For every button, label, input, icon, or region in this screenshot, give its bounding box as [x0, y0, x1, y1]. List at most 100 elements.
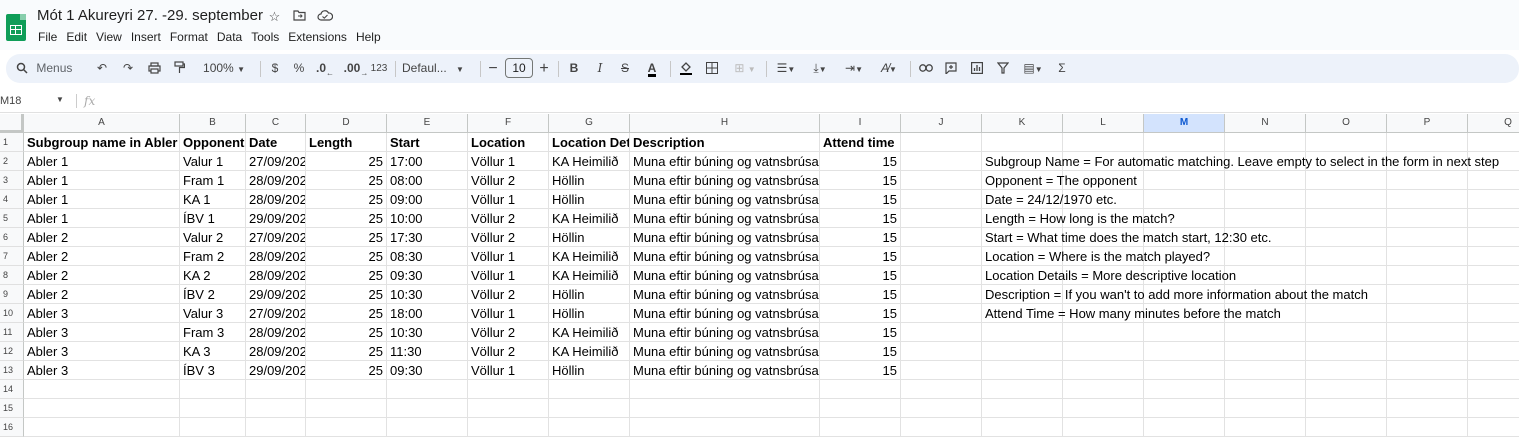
currency-format-button[interactable]: $ [268, 54, 282, 83]
cloud-status-icon[interactable] [316, 9, 333, 25]
table-cell[interactable]: Abler 2 [24, 285, 180, 304]
table-cell[interactable]: Völlur 1 [468, 304, 549, 323]
table-cell[interactable]: 25 [306, 171, 387, 190]
note-cell[interactable]: Location = Where is the match played? [982, 247, 1502, 266]
table-cell[interactable]: 08:00 [387, 171, 468, 190]
table-cell[interactable]: 17:00 [387, 152, 468, 171]
column-header-q[interactable]: Q [1468, 114, 1519, 133]
table-cell[interactable]: Muna eftir búning og vatnsbrúsa [630, 304, 820, 323]
table-cell[interactable]: 29/09/202 [246, 209, 306, 228]
spreadsheet-grid[interactable]: A B C D E F G H I J K L M N O P Q 1 2 3 4 5 6 7 8 9 10 11 12 13 14 15 16… [0, 114, 1519, 437]
header-cell-c[interactable]: Date [246, 133, 306, 152]
table-cell[interactable]: Völlur 1 [468, 361, 549, 380]
table-cell[interactable]: 09:00 [387, 190, 468, 209]
table-cell[interactable]: 29/09/202 [246, 285, 306, 304]
table-cell[interactable]: KA Heimilið [549, 323, 630, 342]
table-cell[interactable]: Abler 3 [24, 361, 180, 380]
row-header-9[interactable]: 9 [0, 285, 24, 304]
menu-data[interactable]: Data [217, 30, 247, 44]
table-cell[interactable]: Muna eftir búning og vatnsbrúsa [630, 171, 820, 190]
table-cell[interactable]: 10:30 [387, 285, 468, 304]
row-header-14[interactable]: 14 [0, 380, 24, 399]
font-family-select[interactable]: Defaul... ▼ [402, 54, 472, 83]
table-cell[interactable]: Valur 3 [180, 304, 246, 323]
merge-cells-icon[interactable]: ⊞ ▼ [730, 54, 760, 83]
document-title[interactable]: Mót 1 Akureyri 27. -29. september [37, 7, 263, 24]
table-cell[interactable]: Muna eftir búning og vatnsbrúsa [630, 209, 820, 228]
table-cell[interactable]: Völlur 1 [468, 152, 549, 171]
table-cell[interactable]: 11:30 [387, 342, 468, 361]
row-header-6[interactable]: 6 [0, 228, 24, 247]
table-cell[interactable]: 28/09/202 [246, 247, 306, 266]
table-cell[interactable]: 10:00 [387, 209, 468, 228]
table-cell[interactable]: KA Heimilið [549, 342, 630, 361]
row-header-1[interactable]: 1 [0, 133, 24, 152]
decrease-font-size-button[interactable]: − [487, 54, 499, 83]
note-cell[interactable]: Description = If you wan't to add more i… [982, 285, 1502, 304]
table-cell[interactable]: KA Heimilið [549, 247, 630, 266]
row-header-10[interactable]: 10 [0, 304, 24, 323]
text-wrapping-icon[interactable]: ⇥▼ [841, 54, 867, 83]
table-cell[interactable]: Völlur 1 [468, 247, 549, 266]
increase-decimal-button[interactable]: .00→ [343, 54, 369, 83]
table-cell[interactable]: 29/09/202 [246, 361, 306, 380]
table-cell[interactable]: Muna eftir búning og vatnsbrúsa [630, 323, 820, 342]
header-cell-d[interactable]: Length [306, 133, 387, 152]
table-cell[interactable]: 25 [306, 209, 387, 228]
vertical-align-icon[interactable]: ⤓▼ [807, 54, 833, 83]
table-cell[interactable]: Völlur 2 [468, 228, 549, 247]
text-rotation-icon[interactable]: A̸▼ [874, 54, 904, 83]
row-header-12[interactable]: 12 [0, 342, 24, 361]
table-cell[interactable]: KA 2 [180, 266, 246, 285]
menu-view[interactable]: View [96, 30, 127, 44]
table-cell[interactable]: Muna eftir búning og vatnsbrúsa [630, 228, 820, 247]
table-cell[interactable]: 25 [306, 323, 387, 342]
row-header-2[interactable]: 2 [0, 152, 24, 171]
star-icon[interactable]: ☆ [266, 9, 283, 25]
row-header-3[interactable]: 3 [0, 171, 24, 190]
table-cell[interactable]: 10:30 [387, 323, 468, 342]
row-header-13[interactable]: 13 [0, 361, 24, 380]
column-header-d[interactable]: D [306, 114, 387, 133]
table-cell[interactable]: 15 [820, 209, 901, 228]
table-cell[interactable]: 27/09/202 [246, 228, 306, 247]
more-formats-button[interactable]: 123 [370, 54, 388, 83]
table-cell[interactable]: 25 [306, 152, 387, 171]
table-cell[interactable]: 28/09/202 [246, 266, 306, 285]
table-cell[interactable]: ÍBV 3 [180, 361, 246, 380]
redo-icon[interactable]: ↷ [120, 54, 136, 83]
row-header-11[interactable]: 11 [0, 323, 24, 342]
note-cell[interactable]: Attend Time = How many minutes before th… [982, 304, 1502, 323]
row-header-15[interactable]: 15 [0, 399, 24, 418]
table-cell[interactable]: Abler 2 [24, 247, 180, 266]
table-cell[interactable]: Höllin [549, 304, 630, 323]
table-cell[interactable]: Abler 2 [24, 228, 180, 247]
table-cell[interactable]: 09:30 [387, 361, 468, 380]
row-header-8[interactable]: 8 [0, 266, 24, 285]
table-cell[interactable]: Valur 1 [180, 152, 246, 171]
table-cell[interactable]: 15 [820, 171, 901, 190]
undo-icon[interactable]: ↶ [94, 54, 110, 83]
header-cell-h[interactable]: Description [630, 133, 820, 152]
table-cell[interactable]: Abler 3 [24, 342, 180, 361]
move-to-folder-icon[interactable] [291, 9, 308, 25]
table-cell[interactable]: 15 [820, 228, 901, 247]
table-cell[interactable]: 28/09/202 [246, 323, 306, 342]
table-cell[interactable]: Höllin [549, 171, 630, 190]
column-header-i[interactable]: I [820, 114, 901, 133]
table-cell[interactable]: Völlur 2 [468, 342, 549, 361]
table-cell[interactable]: Abler 1 [24, 171, 180, 190]
column-header-e[interactable]: E [387, 114, 468, 133]
table-cell[interactable]: 15 [820, 304, 901, 323]
column-header-m[interactable]: M [1144, 114, 1225, 133]
insert-link-icon[interactable] [917, 54, 935, 83]
filter-views-icon[interactable]: ▤▼ [1018, 54, 1048, 83]
note-cell[interactable]: Start = What time does the match start, … [982, 228, 1502, 247]
table-cell[interactable]: 15 [820, 361, 901, 380]
table-cell[interactable]: Valur 2 [180, 228, 246, 247]
table-cell[interactable]: KA Heimilið [549, 209, 630, 228]
note-cell[interactable]: Location Details = More descriptive loca… [982, 266, 1502, 285]
table-cell[interactable]: Völlur 2 [468, 285, 549, 304]
table-cell[interactable]: Höllin [549, 228, 630, 247]
table-cell[interactable]: Fram 1 [180, 171, 246, 190]
